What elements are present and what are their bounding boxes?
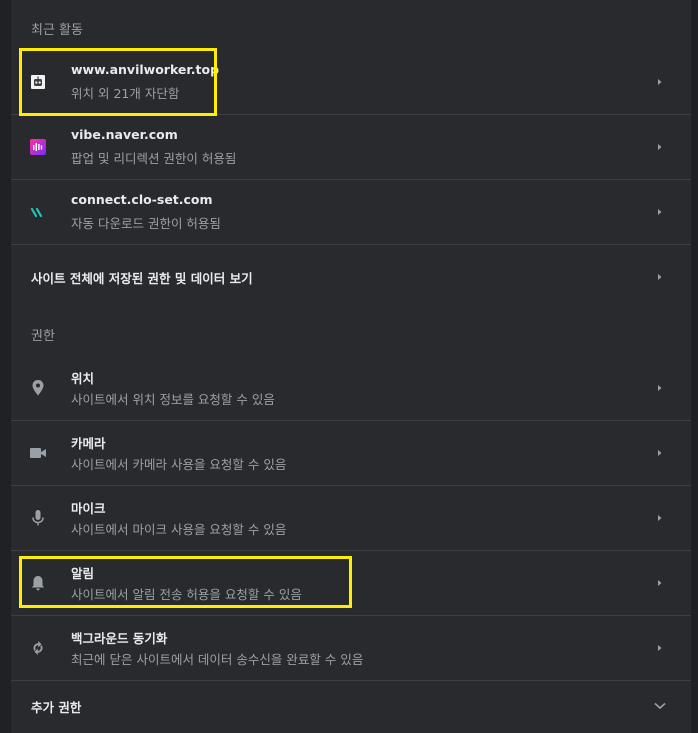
microphone-icon [29,509,47,527]
permissions-heading: 권한 [31,329,55,344]
chevron-down-icon [654,702,666,710]
sync-icon [29,639,47,657]
permission-camera[interactable]: 카메라 사이트에서 카메라 사용을 요청할 수 있음 [11,420,691,484]
site-subtitle: 위치 외 21개 자단함 [71,86,180,101]
chevron-right-icon [658,450,662,456]
permission-notifications[interactable]: 알림 사이트에서 알림 전송 허용을 요청할 수 있음 [11,550,691,614]
chevron-right-icon [658,515,662,521]
chevron-right-icon [658,645,662,651]
additional-permissions-row[interactable]: 추가 권한 [11,680,691,733]
site-title: connect.clo-set.com [71,192,213,207]
permission-title: 알림 [71,566,95,581]
permission-subtitle: 사이트에서 위치 정보를 요청할 수 있음 [71,392,275,407]
robot-favicon-icon [29,73,47,91]
view-all-site-data-label: 사이트 전체에 저장된 권한 및 데이터 보기 [31,271,253,286]
recent-site-clo-set[interactable]: connect.clo-set.com 자동 다운로드 권한이 허용됨 [11,179,691,243]
vibe-favicon-icon [29,138,47,156]
permission-title: 위치 [71,371,95,386]
view-all-site-data-row[interactable]: 사이트 전체에 저장된 권한 및 데이터 보기 [11,244,691,308]
chevron-right-icon [658,580,662,586]
site-subtitle: 팝업 및 리디렉션 권한이 허용됨 [71,151,237,166]
permission-microphone[interactable]: 마이크 사이트에서 마이크 사용을 요청할 수 있음 [11,485,691,549]
permission-subtitle: 최근에 닫은 사이트에서 데이터 송수신을 완료할 수 있음 [71,652,364,667]
permission-title: 카메라 [71,436,106,451]
site-settings-page: 최근 활동 www.anvilworker.top 위치 외 21개 자단함 v… [0,0,698,733]
clo-favicon-icon [29,203,47,221]
site-subtitle: 자동 다운로드 권한이 허용됨 [71,216,221,231]
bell-icon [29,574,47,592]
chevron-right-icon [658,209,662,215]
recent-site-vibe[interactable]: vibe.naver.com 팝업 및 리디렉션 권한이 허용됨 [11,114,691,178]
recent-site-anvilworker[interactable]: www.anvilworker.top 위치 외 21개 자단함 [11,50,691,114]
permission-location[interactable]: 위치 사이트에서 위치 정보를 요청할 수 있음 [11,356,691,420]
permission-title: 백그라운드 동기화 [71,631,168,646]
chevron-right-icon [658,79,662,85]
location-pin-icon [29,379,47,397]
permission-background-sync[interactable]: 백그라운드 동기화 최근에 닫은 사이트에서 데이터 송수신을 완료할 수 있음 [11,615,691,679]
permission-subtitle: 사이트에서 카메라 사용을 요청할 수 있음 [71,457,287,472]
permission-subtitle: 사이트에서 알림 전송 허용을 요청할 수 있음 [71,587,302,602]
chevron-right-icon [658,144,662,150]
permission-subtitle: 사이트에서 마이크 사용을 요청할 수 있음 [71,522,287,537]
additional-permissions-label: 추가 권한 [31,700,82,715]
camera-icon [29,444,47,462]
recent-activity-heading: 최근 활동 [31,23,83,38]
site-title: vibe.naver.com [71,127,178,142]
site-title: www.anvilworker.top [71,62,220,77]
permission-title: 마이크 [71,501,106,516]
chevron-right-icon [658,385,662,391]
chevron-right-icon [658,274,662,280]
